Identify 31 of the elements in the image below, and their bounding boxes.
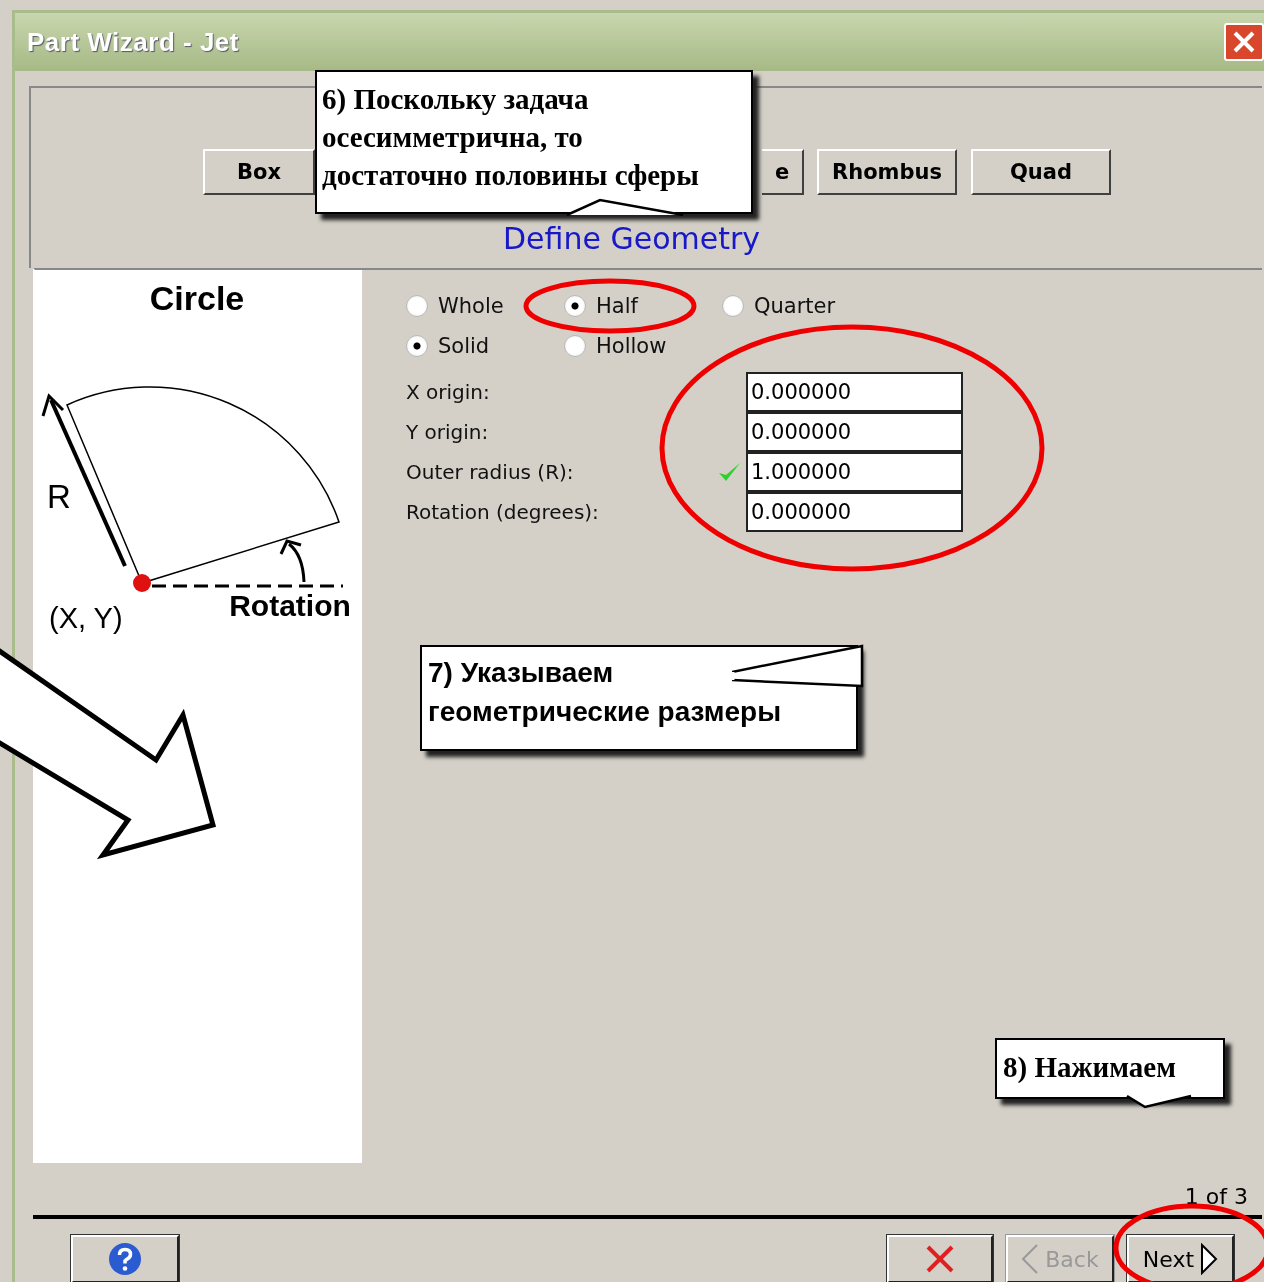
callout: 6) Поскольку задача осесимметрична, то достаточно половины сферы [315,70,753,214]
field-label: X origin: [406,380,491,404]
radio-label: Quarter [754,294,836,318]
radio-label: Solid [438,334,490,358]
shape-tab[interactable]: Rhombus [817,149,957,195]
section-heading: Define Geometry [501,221,762,256]
origin-label: (X, Y) [49,602,123,634]
shape-tab[interactable]: Quad [971,149,1111,195]
radio-label: Hollow [596,334,667,358]
radio-option[interactable]: Half [564,294,722,318]
shape-tab[interactable]: Box [203,149,315,195]
radio-label: Half [596,294,638,318]
number-field[interactable]: 0.000000 [746,492,963,532]
rotation-label: Rotation [229,589,351,622]
number-field[interactable]: 0.000000 [746,372,963,412]
field-label: Rotation (degrees): [406,500,600,524]
radio-option[interactable]: Hollow [564,334,722,358]
page-indicator: 1 of 3 [1184,1184,1248,1209]
shape-title: Circle [149,279,245,317]
field-label: Y origin: [406,420,490,444]
radio-label: Whole [438,294,504,318]
field-label: Outer radius (R): [406,460,575,484]
window-title: Part Wizard - Jet [27,26,239,58]
radio-option[interactable]: Solid [406,334,564,358]
radio-option[interactable]: Whole [406,294,564,318]
shape-tab[interactable]: e [762,149,804,195]
number-field[interactable]: 0.000000 [746,412,963,452]
radius-label: R [47,478,71,515]
next-button[interactable]: Next [1127,1235,1234,1282]
number-field[interactable]: 1.000000 [746,452,963,492]
radio-option[interactable]: Quarter [722,294,880,318]
